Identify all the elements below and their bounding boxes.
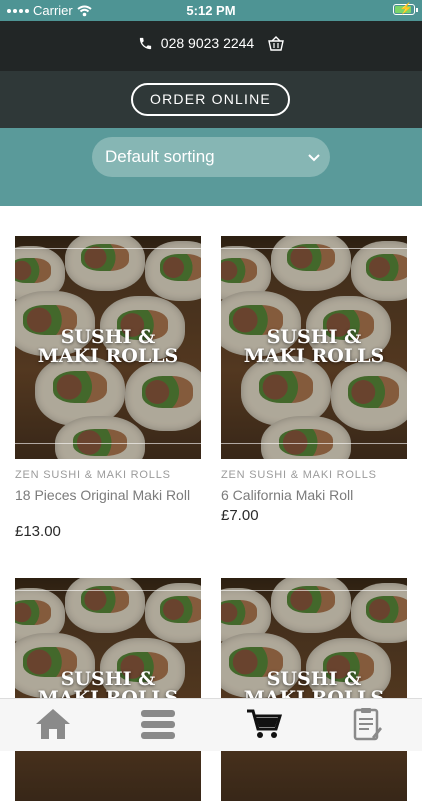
basket-icon[interactable] — [268, 35, 285, 51]
chevron-down-icon — [308, 137, 320, 177]
product-category[interactable]: ZEN SUSHI & MAKI ROLLS — [15, 469, 171, 481]
clock: 5:12 PM — [186, 3, 236, 18]
cart-icon — [247, 709, 283, 738]
tab-home[interactable] — [34, 707, 74, 743]
product-image[interactable]: SUSHI &MAKI ROLLS — [221, 578, 407, 801]
order-online-button[interactable]: ORDER ONLINE — [131, 83, 290, 116]
product-card[interactable]: SUSHI &MAKI ROLLS — [221, 578, 407, 801]
product-image[interactable]: SUSHI &MAKI ROLLS — [15, 236, 201, 459]
phone-number[interactable]: 028 9023 2244 — [161, 35, 254, 51]
tab-cart[interactable] — [246, 707, 286, 743]
home-icon — [36, 709, 70, 739]
image-caption: SUSHI &MAKI ROLLS — [37, 326, 179, 367]
sort-bar: Default sorting — [0, 128, 422, 206]
phone-icon — [139, 37, 151, 49]
product-name[interactable]: 6 California Maki Roll — [221, 486, 407, 504]
sort-dropdown[interactable]: Default sorting — [92, 137, 330, 177]
tab-bar — [0, 698, 422, 751]
tab-menu[interactable] — [140, 707, 180, 743]
product-price: £7.00 — [221, 507, 259, 524]
image-caption: SUSHI &MAKI ROLLS — [243, 326, 385, 367]
contact-bar: 028 9023 2244 — [0, 21, 422, 71]
battery-icon: ⚡ — [393, 3, 418, 15]
sort-label: Default sorting — [105, 147, 215, 166]
product-name[interactable]: 18 Pieces Original Maki Roll — [15, 486, 201, 504]
tab-notes[interactable] — [352, 707, 392, 743]
product-card[interactable]: SUSHI & MAKI ROLLS ZEN SUSHI & MAKI ROLLS… — [221, 236, 407, 556]
order-bar: ORDER ONLINE — [0, 71, 422, 128]
product-card[interactable]: SUSHI &MAKI ROLLS — [15, 578, 201, 801]
product-card[interactable]: SUSHI & MAKI ROLLS ZEN SUSHI & MAKI ROLLS… — [15, 236, 201, 556]
notes-icon — [353, 708, 382, 741]
product-category[interactable]: ZEN SUSHI & MAKI ROLLS — [221, 469, 377, 481]
status-bar: Carrier 5:12 PM ⚡ — [0, 0, 422, 21]
product-image[interactable]: SUSHI &MAKI ROLLS — [15, 578, 201, 801]
menu-icon — [141, 710, 175, 739]
product-image[interactable]: SUSHI &MAKI ROLLS — [221, 236, 407, 459]
product-price: £13.00 — [15, 523, 61, 540]
